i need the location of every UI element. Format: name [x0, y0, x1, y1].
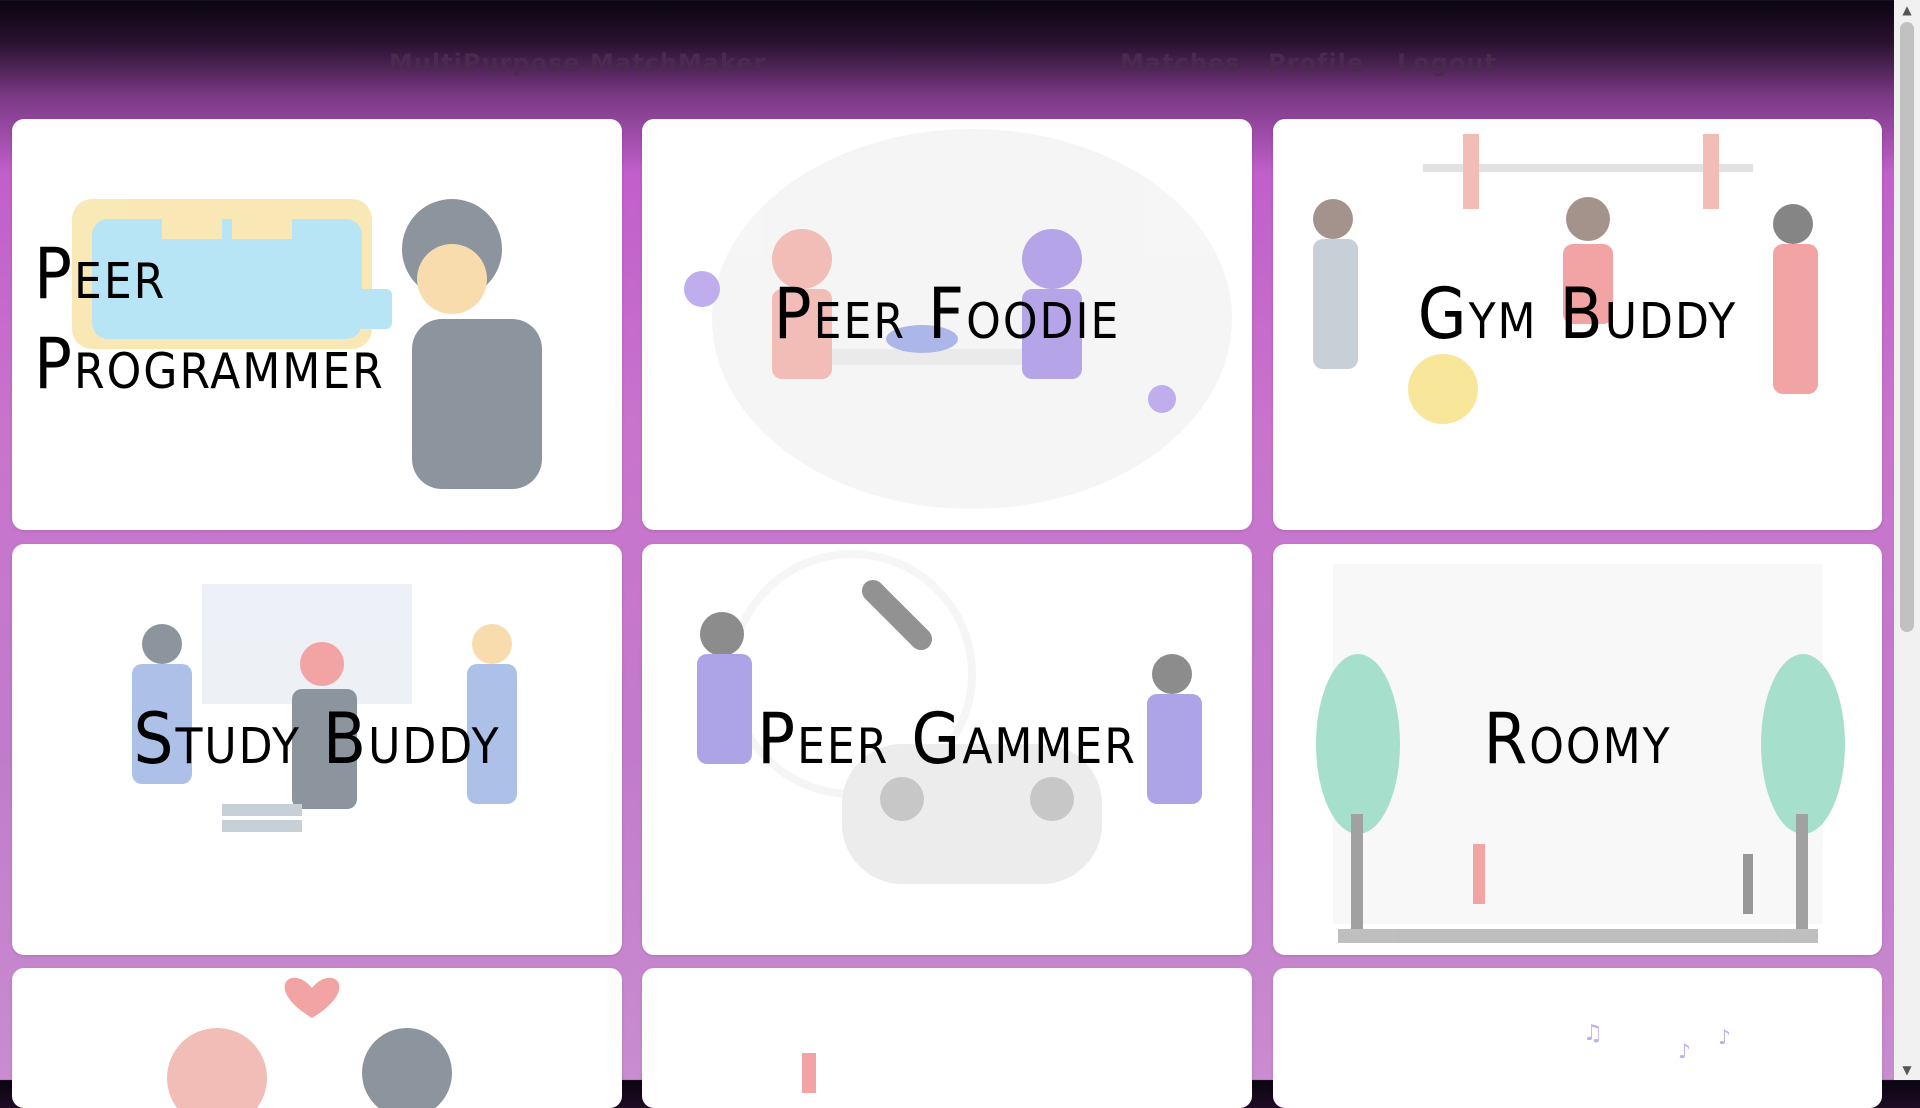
card-gym-buddy[interactable]: Gym Buddy: [1273, 119, 1882, 530]
card-peer-programmer[interactable]: Peer Programmer: [12, 119, 622, 530]
card-title: Gym Buddy: [1417, 273, 1738, 355]
svg-text:♫: ♫: [1583, 1021, 1603, 1046]
svg-text:♪: ♪: [1678, 1039, 1691, 1063]
nav-link-profile[interactable]: Profile: [1268, 49, 1364, 77]
card-peer-gammer[interactable]: Peer Gammer: [642, 544, 1252, 955]
scroll-up-arrow-icon[interactable]: ▲: [1894, 0, 1920, 20]
page-scrollbar[interactable]: ▲ ▼: [1894, 0, 1920, 1080]
music-notes-illustration: ♫ ♪ ♪: [1583, 1021, 1731, 1063]
card-roomy[interactable]: Roomy: [1273, 544, 1882, 955]
scrollbar-thumb[interactable]: [1900, 22, 1914, 632]
card-title: Peer Foodie: [773, 273, 1121, 355]
nav-link-logout[interactable]: Logout: [1397, 49, 1497, 77]
card-study-buddy[interactable]: Study Buddy: [12, 544, 622, 955]
couple-illustration: [167, 977, 452, 1108]
card-title: Peer Gammer: [757, 698, 1137, 780]
svg-text:♪: ♪: [1718, 1025, 1731, 1049]
music-instrument-illustration: [802, 1053, 816, 1093]
card-title-line-2: Programmer: [34, 323, 385, 405]
card-peer-foodie[interactable]: Peer Foodie: [642, 119, 1252, 530]
scroll-down-arrow-icon[interactable]: ▼: [1894, 1060, 1920, 1080]
card-partial-1[interactable]: [12, 968, 622, 1108]
card-partial-3[interactable]: ♫ ♪ ♪: [1273, 968, 1882, 1108]
card-title-line-1: Peer: [34, 233, 167, 315]
card-title: Study Buddy: [133, 698, 501, 780]
navbar: MultiPurpose MatchMaker Matches Profile …: [0, 0, 1882, 118]
nav-link-matches[interactable]: Matches: [1120, 49, 1240, 77]
card-title: Roomy: [1483, 698, 1672, 780]
card-partial-2[interactable]: [642, 968, 1252, 1108]
brand-link[interactable]: MultiPurpose MatchMaker: [389, 49, 766, 77]
card-title: Peer Programmer: [34, 229, 622, 409]
